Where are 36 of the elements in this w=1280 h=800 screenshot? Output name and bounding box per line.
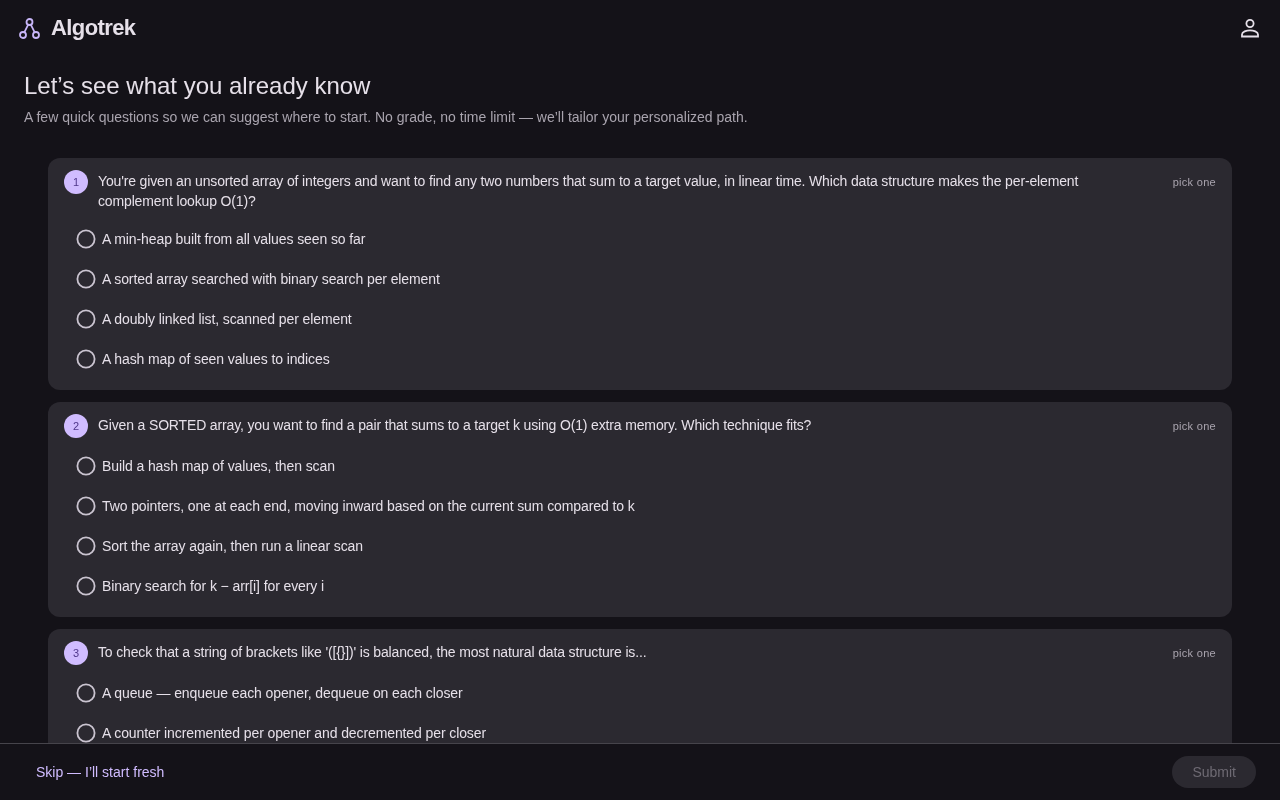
question-number: 1	[64, 170, 88, 194]
question-text: You're given an unsorted array of integers and want to find any two numbers that sum to a target value, in linear time. Which data structure makes the per-element complement lookup O(1)?	[98, 172, 1080, 211]
pick-one-hint: pick one	[1172, 646, 1216, 661]
question-text: To check that a string of brackets like '([{}])' is balanced, the most natural data structure is...	[98, 643, 648, 662]
question-number: 3	[64, 641, 88, 665]
radio-button[interactable]	[76, 456, 96, 476]
option-label[interactable]: A sorted array searched with binary search per element	[102, 270, 440, 288]
option-label[interactable]: A doubly linked list, scanned per element	[102, 310, 352, 328]
brand-name: Algotrek	[51, 15, 136, 41]
question-number: 2	[64, 414, 88, 438]
logo-icon	[19, 17, 40, 39]
option-label[interactable]: A queue — enqueue each opener, dequeue on each closer	[102, 684, 463, 702]
account-button[interactable]	[1238, 16, 1262, 40]
option-label[interactable]: Sort the array again, then run a linear scan	[102, 537, 363, 555]
radio-button[interactable]	[76, 683, 96, 703]
page-subtitle: A few quick questions so we can suggest where to start. No grade, no time limit — we’ll tailor your personalized path.	[24, 108, 749, 127]
radio-button[interactable]	[76, 349, 96, 369]
option-label[interactable]: Build a hash map of values, then scan	[102, 457, 335, 475]
option-label[interactable]: A hash map of seen values to indices	[102, 350, 330, 368]
page-title: Let’s see what you already know	[24, 71, 372, 101]
pick-one-hint: pick one	[1172, 419, 1216, 434]
radio-button[interactable]	[76, 723, 96, 743]
radio-button[interactable]	[76, 269, 96, 289]
skip-link[interactable]: Skip — I’ll start fresh	[24, 756, 177, 788]
radio-button[interactable]	[76, 309, 96, 329]
radio-button[interactable]	[76, 229, 96, 249]
pick-one-hint: pick one	[1172, 175, 1216, 190]
option-label[interactable]: Two pointers, one at each end, moving inward based on the current sum compared to k	[102, 497, 635, 515]
radio-button[interactable]	[76, 496, 96, 516]
option-label[interactable]: A counter incremented per opener and decremented per closer	[102, 724, 486, 742]
question-text: Given a SORTED array, you want to find a pair that sums to a target k using O(1) extra memory. Which technique fits?	[98, 416, 813, 435]
option-label[interactable]: Binary search for k − arr[i] for every i	[102, 577, 325, 595]
radio-button[interactable]	[76, 536, 96, 556]
option-label[interactable]: A min-heap built from all values seen so far	[102, 230, 366, 248]
account-icon	[1240, 18, 1260, 38]
radio-button[interactable]	[76, 576, 96, 596]
